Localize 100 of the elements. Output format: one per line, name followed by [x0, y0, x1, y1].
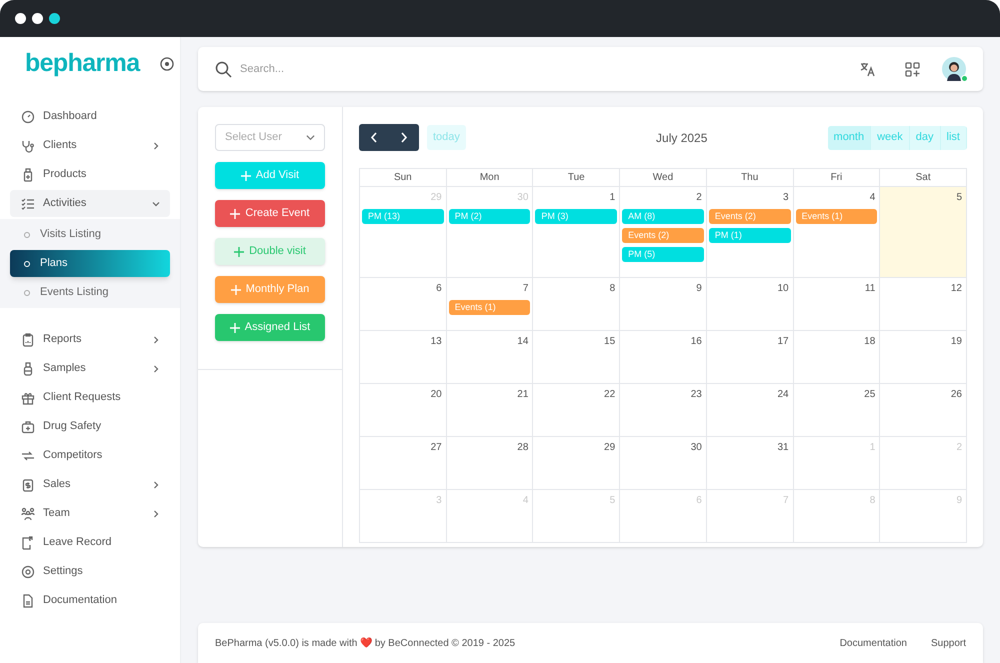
day-cell[interactable]: 29: [533, 437, 620, 489]
sidebar-item[interactable]: Sales: [10, 471, 170, 498]
day-cell[interactable]: 25: [794, 384, 880, 436]
day-number: 23: [690, 388, 703, 402]
day-number: 8: [610, 282, 616, 296]
submenu-item[interactable]: Plans: [10, 250, 170, 277]
chevron-down-icon: [152, 200, 160, 208]
grid-add-icon[interactable]: [905, 62, 920, 76]
submenu-item[interactable]: Visits Listing: [10, 221, 170, 248]
day-cell[interactable]: 19: [880, 331, 967, 383]
plus-icon: [230, 284, 241, 294]
sidebar-item[interactable]: Reports: [10, 326, 170, 353]
day-cell[interactable]: 17: [706, 331, 794, 383]
day-number: 31: [777, 441, 790, 455]
weekday-header: Fri: [794, 169, 880, 187]
receipt-icon: [21, 478, 35, 492]
day-cell[interactable]: 22: [533, 384, 620, 436]
sidebar-item[interactable]: Dashboard: [10, 103, 170, 130]
day-cell[interactable]: 5: [880, 187, 967, 277]
arrows-exchange-icon: [21, 448, 35, 462]
chevron-right-icon: [152, 480, 160, 488]
translate-icon[interactable]: [859, 61, 875, 77]
day-cell[interactable]: 12: [880, 278, 967, 330]
search-icon: [215, 60, 232, 78]
plus-icon: [234, 246, 244, 256]
sidebar-item[interactable]: Settings: [10, 558, 170, 585]
day-number: 9: [696, 282, 703, 296]
day-cell[interactable]: 26: [880, 384, 967, 436]
day-number: 24: [777, 388, 790, 402]
submenu-item[interactable]: Events Listing: [10, 279, 170, 306]
day-cell[interactable]: 27: [360, 437, 447, 489]
plus-icon: [240, 170, 251, 180]
day-number: 15: [604, 335, 616, 349]
sidebar-item[interactable]: Drug Safety: [10, 413, 170, 440]
sidebar-item[interactable]: Leave Record: [10, 529, 170, 556]
weekday-header: Sun: [360, 169, 447, 187]
day-cell[interactable]: 21: [446, 384, 534, 436]
day-number: 11: [864, 282, 876, 296]
sidebar-item[interactable]: Activities: [10, 190, 170, 217]
day-cell[interactable]: 24: [706, 384, 794, 436]
day-cell[interactable]: 28: [446, 437, 534, 489]
chevron-right-icon: [152, 142, 160, 150]
sidebar-item[interactable]: Clients: [10, 132, 170, 159]
people-icon: [21, 506, 35, 520]
stethoscope-icon: [21, 138, 35, 152]
day-cell[interactable]: 15: [533, 331, 620, 383]
chevron-right-icon: [400, 132, 408, 143]
day-cell[interactable]: 11: [794, 278, 880, 330]
day-number: 12: [950, 282, 963, 296]
plus-icon: [230, 208, 240, 218]
day-cell[interactable]: 31: [706, 437, 794, 489]
footer-link[interactable]: Support: [930, 636, 966, 650]
sidebar-item[interactable]: Documentation: [10, 587, 170, 614]
day-number: 26: [950, 388, 963, 402]
plus-icon: [230, 322, 240, 332]
day-number: 16: [690, 335, 703, 349]
sidebar-item[interactable]: Competitors: [10, 442, 170, 469]
weekday-header: Thu: [706, 169, 794, 187]
footer-link[interactable]: Documentation: [840, 636, 907, 650]
day-number: 19: [950, 335, 963, 349]
document-icon: [21, 594, 35, 608]
sidebar-item[interactable]: Products: [10, 161, 170, 188]
day-cell[interactable]: 4 Events (1): [794, 187, 880, 277]
day-cell[interactable]: 30: [620, 437, 707, 489]
day-cell[interactable]: 9: [620, 278, 707, 330]
sidebar-item[interactable]: Samples: [10, 355, 170, 382]
day-cell[interactable]: 6: [360, 278, 447, 330]
weekday-header: Wed: [620, 169, 707, 187]
chevron-right-icon: [152, 510, 160, 518]
day-number: 4: [870, 191, 876, 205]
footer-text: BePharma (v5.0.0) is made with ❤ by BeConnected © 2019 - 2025: [215, 636, 516, 650]
day-cell[interactable]: 20: [360, 384, 447, 436]
day-cell[interactable]: 7 Events (1): [446, 278, 534, 330]
chevron-down-icon: [306, 133, 315, 142]
day-number: 17: [777, 335, 790, 349]
day-cell[interactable]: 10: [706, 278, 794, 330]
day-cell[interactable]: 13: [360, 331, 447, 383]
day-number: 20: [430, 388, 443, 402]
medical-bag-icon: [21, 420, 35, 434]
day-cell[interactable]: 8: [533, 278, 620, 330]
day-cell[interactable]: 16: [620, 331, 707, 383]
gift-icon: [21, 390, 35, 404]
day-cell[interactable]: 23: [620, 384, 707, 436]
avatar[interactable]: [942, 57, 966, 81]
select-placeholder: Select User: [225, 130, 282, 146]
calendar-title: July 2025: [655, 130, 708, 146]
day-number: 29: [604, 441, 616, 455]
day-cell[interactable]: 14: [446, 331, 534, 383]
door-exit-icon: [21, 536, 35, 550]
day-number: 6: [436, 282, 443, 296]
day-cell[interactable]: 1 PM (3): [533, 187, 620, 277]
weekday-header: Tue: [533, 169, 620, 187]
action-button[interactable]: Create Event: [215, 200, 325, 227]
sidebar-item[interactable]: Client Requests: [10, 384, 170, 411]
day-cell[interactable]: 18: [794, 331, 880, 383]
day-number: 25: [864, 388, 876, 402]
day-number: 3: [783, 191, 790, 205]
sidebar-item[interactable]: Team: [10, 500, 170, 527]
day-number: 27: [430, 441, 443, 455]
weekday-header: Mon: [446, 169, 534, 187]
